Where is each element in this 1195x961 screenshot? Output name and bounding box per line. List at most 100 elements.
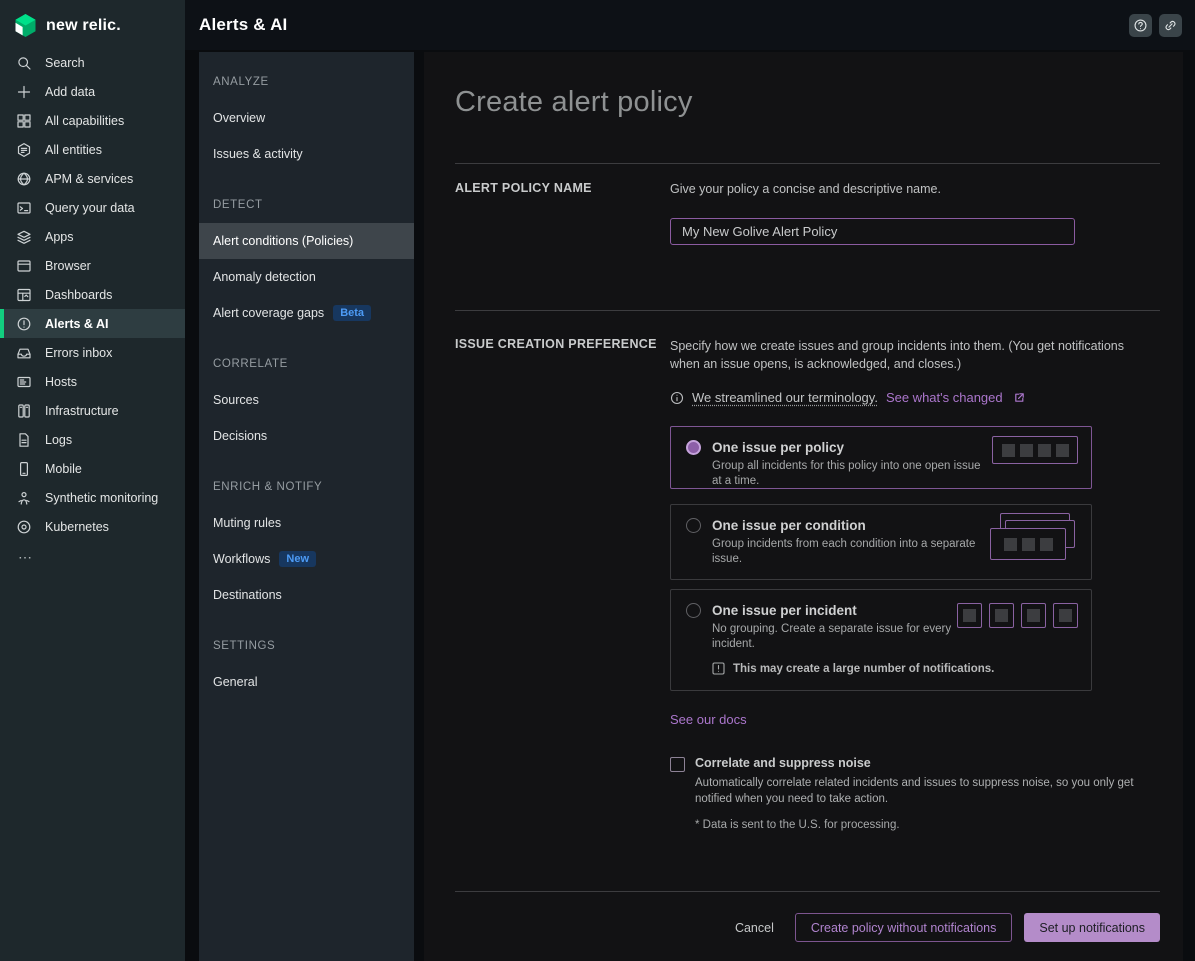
one-issue-per-condition-icon bbox=[984, 513, 1078, 567]
subnav-item-sources[interactable]: Sources bbox=[199, 382, 414, 418]
sidebar-item-apm-services[interactable]: APM & services bbox=[0, 164, 185, 193]
grid-icon bbox=[16, 113, 32, 129]
subnav-item-anomaly-detection[interactable]: Anomaly detection bbox=[199, 259, 414, 295]
sidebar-item-dashboards[interactable]: Dashboards bbox=[0, 280, 185, 309]
policy-name-help-text: Give your policy a concise and descripti… bbox=[670, 181, 1160, 198]
radio-one-issue-per-policy[interactable] bbox=[686, 440, 701, 455]
subnav-item-destinations[interactable]: Destinations bbox=[199, 577, 414, 613]
subnav-item-general[interactable]: General bbox=[199, 664, 414, 700]
section-title-correlate: CORRELATE bbox=[199, 346, 414, 382]
subnav-section-detect: DETECT Alert conditions (Policies) Anoma… bbox=[199, 187, 414, 331]
subnav-item-workflows[interactable]: Workflows New bbox=[199, 541, 414, 577]
primary-sidebar: new relic. Search Add data All capabilit… bbox=[0, 0, 185, 961]
subnav-section-enrich-notify: ENRICH & NOTIFY Muting rules Workflows N… bbox=[199, 469, 414, 613]
subnav-item-muting-rules[interactable]: Muting rules bbox=[199, 505, 414, 541]
server-icon bbox=[16, 374, 32, 390]
inbox-icon bbox=[16, 345, 32, 361]
external-link-icon bbox=[1013, 391, 1026, 404]
alert-policy-name-row: ALERT POLICY NAME Give your policy a con… bbox=[455, 164, 1160, 310]
link-icon bbox=[1163, 18, 1178, 33]
header-actions bbox=[1129, 14, 1182, 37]
brand-name: new relic. bbox=[46, 17, 121, 35]
more-items-button[interactable]: ⋯ bbox=[0, 541, 185, 566]
see-our-docs-link[interactable]: See our docs bbox=[670, 712, 747, 727]
set-up-notifications-button[interactable]: Set up notifications bbox=[1024, 913, 1160, 942]
sidebar-item-synthetic-monitoring[interactable]: Synthetic monitoring bbox=[0, 483, 185, 512]
top-header: Alerts & AI bbox=[185, 0, 1195, 50]
terminology-note-text[interactable]: We streamlined our terminology. bbox=[692, 390, 878, 405]
globe-icon bbox=[16, 171, 32, 187]
warning-icon bbox=[712, 662, 725, 675]
one-issue-per-policy-icon bbox=[992, 436, 1078, 464]
alert-circle-icon bbox=[16, 316, 32, 332]
sidebar-item-kubernetes[interactable]: Kubernetes bbox=[0, 512, 185, 541]
sidebar-item-all-capabilities[interactable]: All capabilities bbox=[0, 106, 185, 135]
sidebar-item-query-your-data[interactable]: Query your data bbox=[0, 193, 185, 222]
subnav-item-overview[interactable]: Overview bbox=[199, 100, 414, 136]
see-whats-changed-link[interactable]: See what's changed bbox=[886, 390, 1003, 405]
phone-icon bbox=[16, 461, 32, 477]
create-alert-policy-form: Create alert policy ALERT POLICY NAME Gi… bbox=[424, 52, 1183, 961]
form-footer: Cancel Create policy without notificatio… bbox=[455, 892, 1160, 942]
primary-nav: Search Add data All capabilities All ent… bbox=[0, 48, 185, 541]
option-one-issue-per-incident[interactable]: One issue per incident No grouping. Crea… bbox=[670, 589, 1092, 691]
alerts-subnav-panel: ANALYZE Overview Issues & activity DETEC… bbox=[199, 52, 414, 961]
section-title-enrich-notify: ENRICH & NOTIFY bbox=[199, 469, 414, 505]
sidebar-item-mobile[interactable]: Mobile bbox=[0, 454, 185, 483]
sidebar-item-logs[interactable]: Logs bbox=[0, 425, 185, 454]
circled-dot-icon bbox=[16, 519, 32, 535]
radio-one-issue-per-incident[interactable] bbox=[686, 603, 701, 618]
browser-window-icon bbox=[16, 258, 32, 274]
create-policy-without-notifications-button[interactable]: Create policy without notifications bbox=[795, 913, 1013, 942]
dashboard-icon bbox=[16, 287, 32, 303]
info-icon bbox=[670, 391, 684, 405]
correlate-description: Automatically correlate related incident… bbox=[695, 775, 1134, 807]
one-issue-per-incident-icon bbox=[957, 603, 1078, 628]
sidebar-item-all-entities[interactable]: All entities bbox=[0, 135, 185, 164]
option-title: One issue per incident bbox=[712, 603, 857, 618]
sidebar-item-browser[interactable]: Browser bbox=[0, 251, 185, 280]
option-title: One issue per policy bbox=[712, 440, 844, 455]
correlate-title: Correlate and suppress noise bbox=[695, 756, 1134, 770]
beta-badge: Beta bbox=[333, 305, 371, 321]
add-data-icon bbox=[16, 84, 32, 100]
policy-name-input[interactable] bbox=[670, 218, 1075, 245]
subnav-item-alert-conditions[interactable]: Alert conditions (Policies) bbox=[199, 223, 414, 259]
sidebar-item-errors-inbox[interactable]: Errors inbox bbox=[0, 338, 185, 367]
document-icon bbox=[16, 432, 32, 448]
option-warning: This may create a large number of notifi… bbox=[712, 662, 1077, 675]
section-title-detect: DETECT bbox=[199, 187, 414, 223]
section-title-analyze: ANALYZE bbox=[199, 64, 414, 100]
app-title: Alerts & AI bbox=[199, 15, 287, 35]
robot-icon bbox=[16, 490, 32, 506]
data-processing-footnote: * Data is sent to the U.S. for processin… bbox=[695, 819, 1134, 831]
sidebar-item-hosts[interactable]: Hosts bbox=[0, 367, 185, 396]
new-relic-logo-icon bbox=[13, 13, 38, 38]
issue-creation-preference-row: ISSUE CREATION PREFERENCE Specify how we… bbox=[455, 311, 1160, 831]
racks-icon bbox=[16, 403, 32, 419]
correlate-suppress-noise-group: Correlate and suppress noise Automatical… bbox=[670, 756, 1160, 831]
option-one-issue-per-condition[interactable]: One issue per condition Group incidents … bbox=[670, 504, 1092, 580]
section-title-settings: SETTINGS bbox=[199, 628, 414, 664]
correlate-checkbox[interactable] bbox=[670, 757, 685, 772]
subnav-item-alert-coverage-gaps[interactable]: Alert coverage gaps Beta bbox=[199, 295, 414, 331]
permalink-button[interactable] bbox=[1159, 14, 1182, 37]
cancel-button[interactable]: Cancel bbox=[735, 913, 774, 942]
option-one-issue-per-policy[interactable]: One issue per policy Group all incidents… bbox=[670, 426, 1092, 489]
alert-policy-name-label: ALERT POLICY NAME bbox=[455, 181, 670, 310]
issue-preference-description: Specify how we create issues and group i… bbox=[670, 337, 1160, 373]
subnav-item-decisions[interactable]: Decisions bbox=[199, 418, 414, 454]
sidebar-item-alerts-ai[interactable]: Alerts & AI bbox=[0, 309, 185, 338]
sidebar-item-search[interactable]: Search bbox=[0, 48, 185, 77]
radio-one-issue-per-condition[interactable] bbox=[686, 518, 701, 533]
help-button[interactable] bbox=[1129, 14, 1152, 37]
sidebar-item-apps[interactable]: Apps bbox=[0, 222, 185, 251]
issue-creation-preference-label: ISSUE CREATION PREFERENCE bbox=[455, 337, 670, 831]
sidebar-item-add-data[interactable]: Add data bbox=[0, 77, 185, 106]
layers-icon bbox=[16, 229, 32, 245]
sidebar-item-infrastructure[interactable]: Infrastructure bbox=[0, 396, 185, 425]
new-relic-logo[interactable]: new relic. bbox=[0, 0, 185, 48]
search-icon bbox=[16, 55, 32, 71]
subnav-item-issues-activity[interactable]: Issues & activity bbox=[199, 136, 414, 172]
new-badge: New bbox=[279, 551, 316, 567]
